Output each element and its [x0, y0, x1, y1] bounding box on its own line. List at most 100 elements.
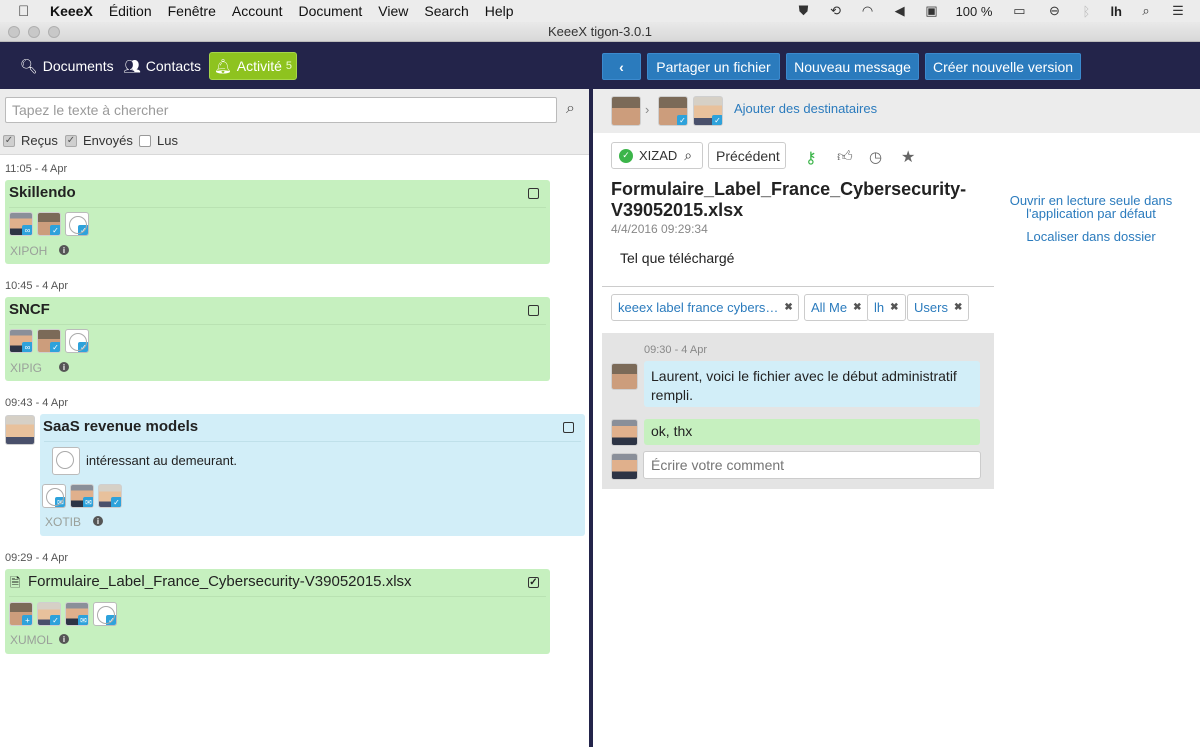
menu-help[interactable]: Help [485, 3, 514, 19]
display-icon[interactable]: ▣ [924, 3, 940, 18]
avatar[interactable]: + [9, 602, 33, 626]
avatar[interactable]: ∞ [9, 329, 33, 353]
nav-documents[interactable]: 🔍︎ Documents [20, 52, 114, 80]
mac-menu-bar:  KeeeX Édition Fenêtre Account Document… [0, 0, 1200, 22]
avatar[interactable]: ✓ [37, 602, 61, 626]
volume-icon[interactable]: ◀ [892, 3, 908, 18]
close-window-button[interactable] [8, 26, 20, 38]
search-icon[interactable]: ⌕ [566, 100, 575, 118]
author-avatar[interactable] [611, 96, 641, 126]
zoom-window-button[interactable] [48, 26, 60, 38]
remove-tag-icon[interactable]: ✖ [954, 302, 962, 313]
menu-view[interactable]: View [378, 3, 408, 19]
notification-center-icon[interactable]: ☰ [1170, 3, 1186, 18]
avatar[interactable]: ✓ [37, 212, 61, 236]
menu-edition[interactable]: Édition [109, 3, 152, 19]
mark-read-checkbox[interactable] [563, 422, 574, 433]
spotlight-icon[interactable]: ⌕ [1138, 3, 1154, 18]
filter-sent-checkbox[interactable]: ✓ [65, 134, 77, 147]
activity-title: Formulaire_Label_France_Cybersecurity-V3… [28, 573, 412, 590]
filter-read-checkbox[interactable] [139, 134, 151, 147]
activity-time: 09:43 - 4 Apr [5, 397, 68, 409]
clock-check-icon[interactable]: ◷ [869, 148, 882, 166]
window-controls [8, 26, 60, 38]
filter-sent[interactable]: ✓ Envoyés [65, 133, 133, 148]
filter-received[interactable]: ✓ Reçus [3, 133, 58, 148]
avatar[interactable]: ∞ [9, 212, 33, 236]
menu-account[interactable]: Account [232, 3, 283, 19]
plus-icon: + [22, 615, 32, 625]
avatar[interactable]: ✉ [65, 602, 89, 626]
activity-card[interactable]: 🗎 Formulaire_Label_France_Cybersecurity-… [5, 569, 550, 654]
thumbs-up-icon[interactable]: 👍︎ [837, 148, 853, 166]
bluetooth-icon[interactable]: ᛒ [1078, 4, 1094, 19]
battery-icon[interactable]: ▭ [1008, 3, 1030, 18]
avatar[interactable]: ✓ [37, 329, 61, 353]
apple-icon[interactable]:  [18, 3, 36, 20]
search-icon[interactable]: ⌕ [684, 147, 692, 164]
nav-activity[interactable]: 🔔︎ Activité 5 [209, 52, 297, 80]
nav-documents-label: Documents [42, 58, 114, 74]
avatar[interactable]: ✓ [98, 484, 122, 508]
tag[interactable]: All Me ✖ [804, 294, 869, 321]
filter-received-checkbox[interactable]: ✓ [3, 134, 15, 147]
star-icon[interactable]: ★ [901, 147, 915, 167]
mark-read-checkbox[interactable] [528, 188, 539, 199]
filter-read[interactable]: Lus [139, 133, 178, 148]
mark-read-checkbox-checked[interactable]: ✓ [528, 577, 539, 588]
minimize-window-button[interactable] [28, 26, 40, 38]
avatar[interactable]: ✉ [42, 484, 66, 508]
comment-avatar[interactable] [611, 363, 638, 390]
avatar[interactable]: ✉ [70, 484, 94, 508]
recipient-avatar[interactable]: ✓ [658, 96, 688, 126]
remove-tag-icon[interactable]: ✖ [890, 302, 898, 313]
menu-window[interactable]: Fenêtre [168, 3, 216, 19]
comment-input[interactable] [643, 451, 981, 479]
new-message-button[interactable]: Nouveau message [786, 53, 919, 80]
ref-pill[interactable]: ✓ XIZAD ⌕ [611, 142, 703, 169]
battery-percent: 100 % [955, 3, 993, 19]
keys-icon[interactable]: ⚷ [805, 148, 817, 168]
add-recipients-link[interactable]: Ajouter des destinataires [734, 101, 877, 116]
verified-icon: ✓ [619, 148, 633, 163]
activity-card[interactable]: SNCF ∞ ✓ ✓ XIPIG i [5, 297, 550, 381]
new-version-button[interactable]: Créer nouvelle version [925, 53, 1081, 80]
window-title-bar: KeeeX tigon-3.0.1 [0, 22, 1200, 42]
info-icon[interactable]: i [59, 245, 69, 255]
shield-icon[interactable]: ⛊ [796, 3, 812, 18]
tag[interactable]: Users ✖ [907, 294, 970, 321]
time-machine-icon[interactable]: ⟲ [828, 3, 844, 18]
previous-button[interactable]: Précédent [708, 142, 786, 169]
info-icon[interactable]: i [93, 516, 103, 526]
activity-card[interactable]: Skillendo ∞ ✓ ✓ XIPOH i [5, 180, 550, 264]
search-input[interactable] [5, 97, 557, 123]
nav-contacts[interactable]: 👥︎ Contacts [123, 52, 201, 80]
menu-app-name[interactable]: KeeeX [50, 3, 93, 19]
tag[interactable]: keeex label france cybers… ✖ [611, 294, 799, 321]
info-icon[interactable]: i [59, 634, 69, 644]
sender-avatar[interactable] [5, 415, 35, 445]
comment-avatar[interactable] [611, 419, 638, 446]
avatar[interactable]: ✓ [65, 329, 89, 353]
avatar[interactable]: ✓ [65, 212, 89, 236]
menu-document[interactable]: Document [298, 3, 362, 19]
menu-user[interactable]: lh [1110, 4, 1122, 19]
remove-tag-icon[interactable]: ✖ [853, 302, 861, 313]
open-readonly-link[interactable]: Ouvrir en lecture seule dans l'applicati… [1003, 194, 1179, 220]
message-avatar[interactable] [52, 447, 80, 475]
locate-folder-link[interactable]: Localiser dans dossier [1003, 229, 1179, 244]
back-button[interactable]: ‹ [602, 53, 641, 80]
avatar[interactable]: ✓ [93, 602, 117, 626]
share-file-button[interactable]: Partager un fichier [647, 53, 780, 80]
menu-search[interactable]: Search [424, 3, 468, 19]
activity-card[interactable]: SaaS revenue models intéressant au demeu… [40, 414, 585, 536]
recipient-avatar[interactable]: ✓ [693, 96, 723, 126]
do-not-disturb-icon[interactable]: ⊖ [1046, 3, 1062, 18]
comment-time: 09:30 - 4 Apr [644, 344, 707, 356]
mark-read-checkbox[interactable] [528, 305, 539, 316]
info-icon[interactable]: i [59, 362, 69, 372]
remove-tag-icon[interactable]: ✖ [784, 302, 792, 313]
wifi-icon[interactable]: ◠ [860, 3, 876, 18]
divider [9, 324, 546, 325]
tag[interactable]: lh ✖ [867, 294, 906, 321]
